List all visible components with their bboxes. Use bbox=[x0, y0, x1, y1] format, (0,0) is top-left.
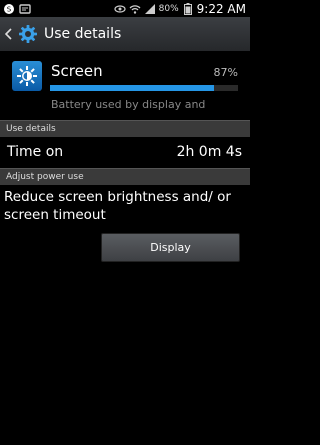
gear-icon[interactable] bbox=[18, 24, 38, 44]
signal-icon bbox=[144, 3, 156, 15]
app-name: Screen bbox=[51, 62, 103, 80]
time-on-label: Time on bbox=[7, 144, 64, 160]
samsung-icon: S bbox=[3, 3, 15, 15]
status-bar: S 80% 9:22 AM bbox=[0, 0, 250, 17]
notification-icon bbox=[19, 3, 31, 15]
clock: 9:22 AM bbox=[196, 1, 246, 16]
app-usage-row: Screen 87% Battery used by display and bbox=[0, 51, 250, 119]
app-description: Battery used by display and bbox=[51, 98, 206, 111]
usage-bar-fill bbox=[50, 85, 214, 91]
action-bar: Use details bbox=[0, 17, 250, 52]
usage-percent: 87% bbox=[213, 66, 238, 79]
time-on-value: 2h 0m 4s bbox=[176, 144, 242, 160]
power-tip-text: Reduce screen brightness and/ or screen … bbox=[4, 189, 231, 223]
battery-percent: 80% bbox=[158, 3, 179, 14]
usage-bar bbox=[50, 85, 238, 91]
brightness-icon bbox=[12, 61, 42, 91]
battery-icon bbox=[182, 2, 194, 15]
page-title: Use details bbox=[44, 26, 122, 42]
svg-text:S: S bbox=[7, 5, 12, 13]
wifi-icon bbox=[129, 3, 141, 15]
section-header-adjust-power: Adjust power use bbox=[0, 168, 250, 185]
eye-icon bbox=[114, 3, 126, 15]
section-header-use-details: Use details bbox=[0, 120, 250, 137]
display-button[interactable]: Display bbox=[101, 233, 240, 262]
back-icon[interactable] bbox=[5, 28, 15, 40]
time-on-row: Time on 2h 0m 4s bbox=[0, 138, 250, 168]
